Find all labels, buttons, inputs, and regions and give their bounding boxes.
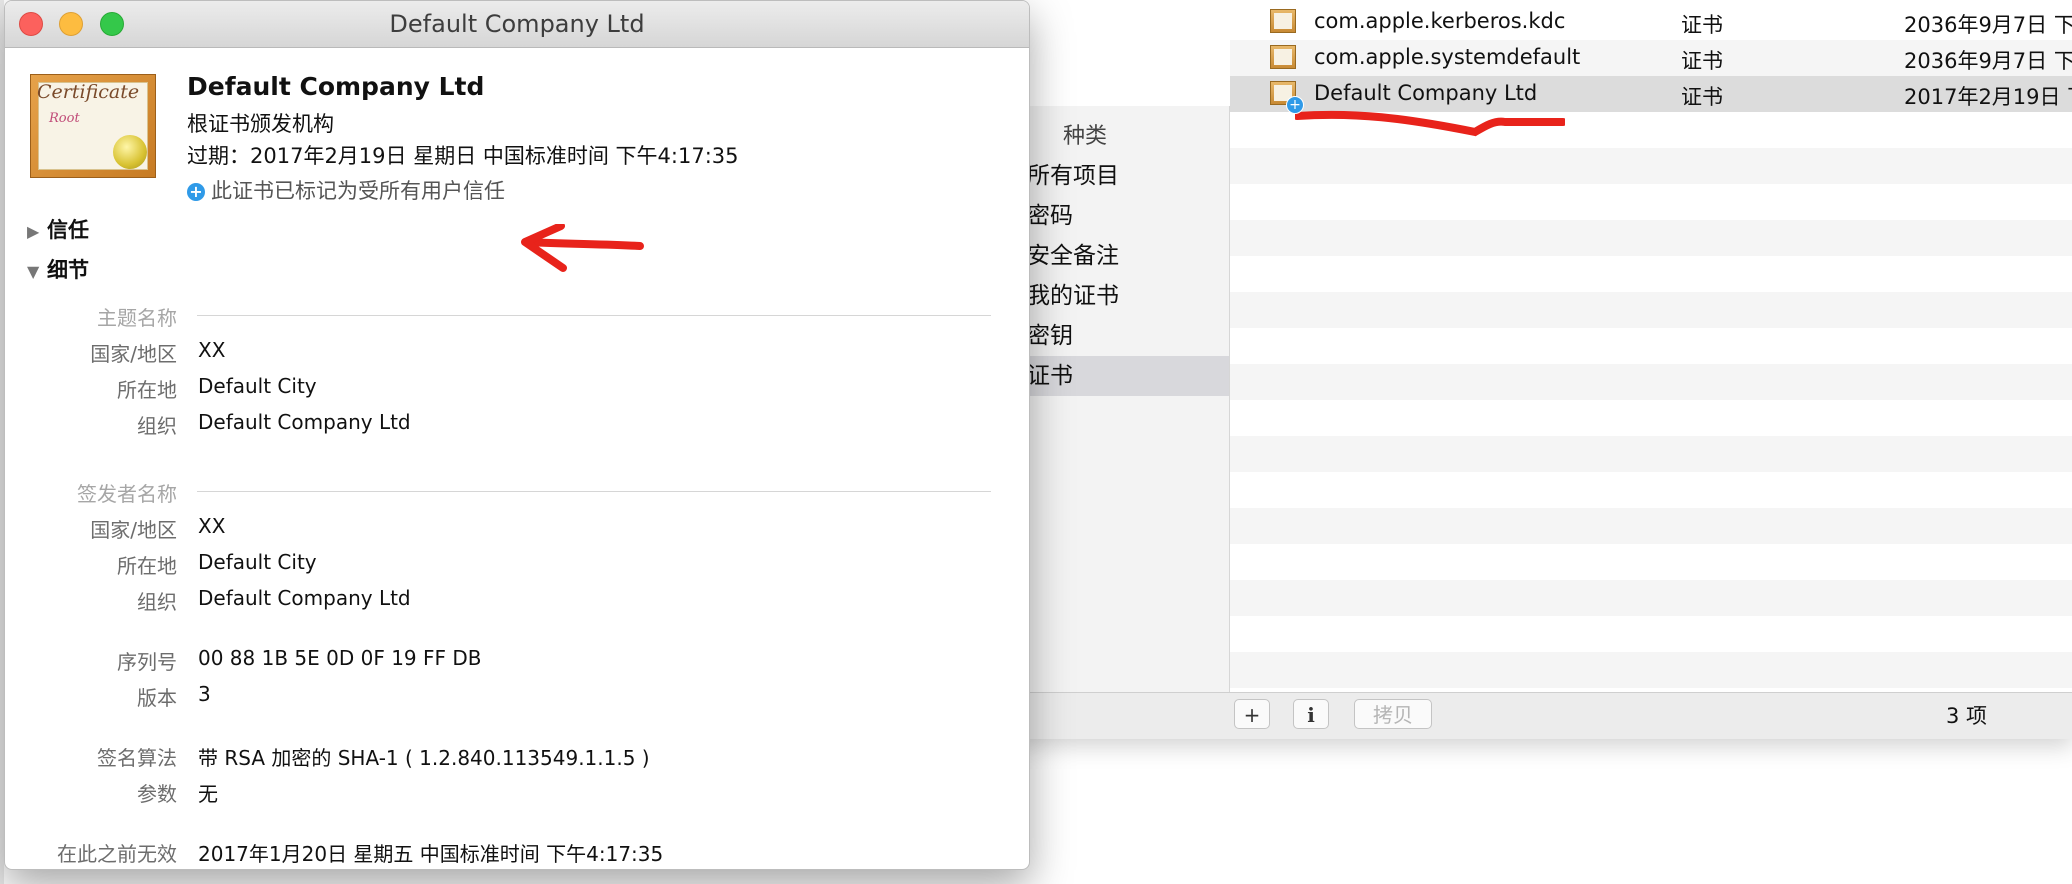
certificate-icon-subtext: Root <box>49 111 80 126</box>
disclosure-down-icon: ▼ <box>27 262 40 281</box>
subject-org-label: 组织 <box>137 414 177 438</box>
red-arrow-annotation <box>521 224 644 272</box>
list-stripe <box>1230 580 2072 616</box>
issuer-country-label: 国家/地区 <box>90 518 177 542</box>
subject-locality-value: Default City <box>198 374 317 398</box>
trusted-plus-icon: + <box>187 183 205 201</box>
category-header: 种类 <box>1015 106 1229 156</box>
parameters-value: 无 <box>198 782 218 806</box>
not-valid-before-value: 2017年1月20日 星期五 中国标准时间 下午4:17:35 <box>198 842 664 866</box>
list-stripe <box>1230 652 2072 688</box>
title-bar[interactable]: Default Company Ltd <box>5 1 1029 48</box>
category-item-keys[interactable]: 密钥 <box>1015 316 1229 356</box>
category-item-certificates[interactable]: 证书 <box>1015 356 1229 396</box>
trust-disclosure-label: 信任 <box>47 218 89 242</box>
version-value: 3 <box>198 682 211 706</box>
row-kind: 证书 <box>1681 49 1723 73</box>
keychain-bottom-bar <box>1015 692 2072 739</box>
category-header-label: 种类 <box>1063 124 1108 149</box>
issuer-locality-label: 所在地 <box>117 554 177 578</box>
red-underline-annotation <box>1295 110 1565 137</box>
list-stripe <box>1230 292 2072 328</box>
not-valid-before-label: 在此之前无效 <box>57 842 177 866</box>
parameters-label: 参数 <box>137 782 177 806</box>
subject-org-value: Default Company Ltd <box>198 410 411 434</box>
issuer-org-label: 组织 <box>137 590 177 614</box>
subject-name-header: 主题名称 <box>97 306 177 330</box>
table-row-selected[interactable]: + Default Company Ltd 证书 2017年2月19日 下 <box>1230 76 2072 114</box>
list-stripe <box>1230 436 2072 472</box>
certificate-window: Default Company Ltd Certificate Root Def… <box>4 0 1030 870</box>
certificate-content: Certificate Root Default Company Ltd 根证书… <box>5 48 1029 869</box>
row-expiry: 2036年9月7日 下 <box>1904 13 2072 37</box>
issuer-country-value: XX <box>198 514 226 538</box>
details-disclosure[interactable]: ▼ 细节 <box>27 254 89 284</box>
category-item-my-certificates[interactable]: 我的证书 <box>1015 276 1229 316</box>
row-name: Default Company Ltd <box>1314 81 1538 105</box>
row-name: com.apple.kerberos.kdc <box>1314 9 1566 33</box>
row-name: com.apple.systemdefault <box>1314 45 1581 69</box>
category-item-passwords[interactable]: 密码 <box>1015 196 1229 236</box>
table-row[interactable]: com.apple.systemdefault 证书 2036年9月7日 下 <box>1230 40 2072 76</box>
seal-icon <box>113 135 147 169</box>
row-expiry: 2036年9月7日 下 <box>1904 49 2072 73</box>
subject-country-label: 国家/地区 <box>90 342 177 366</box>
issuer-name-header: 签发者名称 <box>77 482 177 506</box>
certificate-icon <box>1270 9 1296 33</box>
subject-locality-label: 所在地 <box>117 378 177 402</box>
certificate-expiry: 过期：2017年2月19日 星期日 中国标准时间 下午4:17:35 <box>187 144 739 168</box>
issuer-org-value: Default Company Ltd <box>198 586 411 610</box>
list-stripe <box>1230 364 2072 400</box>
category-item-all[interactable]: 所有项目 <box>1015 156 1229 196</box>
certificate-type: 根证书颁发机构 <box>187 112 334 136</box>
disclosure-right-icon: ▶ <box>27 222 40 241</box>
certificate-icon-text: Certificate <box>37 81 140 103</box>
table-row[interactable]: com.apple.kerberos.kdc 证书 2036年9月7日 下 <box>1230 4 2072 40</box>
category-item-secure-notes[interactable]: 安全备注 <box>1015 236 1229 276</box>
issuer-locality-value: Default City <box>198 550 317 574</box>
trust-disclosure[interactable]: ▶ 信任 <box>27 214 89 244</box>
window-title: Default Company Ltd <box>389 10 645 38</box>
section-divider <box>197 315 991 316</box>
row-kind: 证书 <box>1681 13 1723 37</box>
list-stripe <box>1230 220 2072 256</box>
row-expiry: 2017年2月19日 下 <box>1904 85 2072 109</box>
trust-status-text: 此证书已标记为受所有用户信任 <box>211 179 505 203</box>
add-button[interactable]: + <box>1234 699 1270 729</box>
version-label: 版本 <box>137 686 177 710</box>
trust-status: + 此证书已标记为受所有用户信任 <box>187 175 505 205</box>
info-button[interactable]: i <box>1293 699 1329 729</box>
signature-algorithm-value: 带 RSA 加密的 SHA-1 ( 1.2.840.113549.1.1.5 ) <box>198 746 650 770</box>
details-disclosure-label: 细节 <box>47 258 89 282</box>
trusted-plus-icon: + <box>1286 96 1304 114</box>
certificate-large-icon: Certificate Root <box>30 74 156 178</box>
certificate-icon <box>1270 45 1296 69</box>
item-count: 3 项 <box>1946 704 1988 728</box>
copy-button[interactable]: 拷贝 <box>1354 699 1432 729</box>
certificate-name: Default Company Ltd <box>187 72 485 101</box>
subject-country-value: XX <box>198 338 226 362</box>
signature-algorithm-label: 签名算法 <box>97 746 177 770</box>
section-divider <box>197 491 991 492</box>
row-kind: 证书 <box>1681 85 1723 109</box>
serial-number-label: 序列号 <box>117 650 177 674</box>
serial-number-value: 00 88 1B 5E 0D 0F 19 FF DB <box>198 646 482 670</box>
list-stripe <box>1230 508 2072 544</box>
list-stripe <box>1230 148 2072 184</box>
